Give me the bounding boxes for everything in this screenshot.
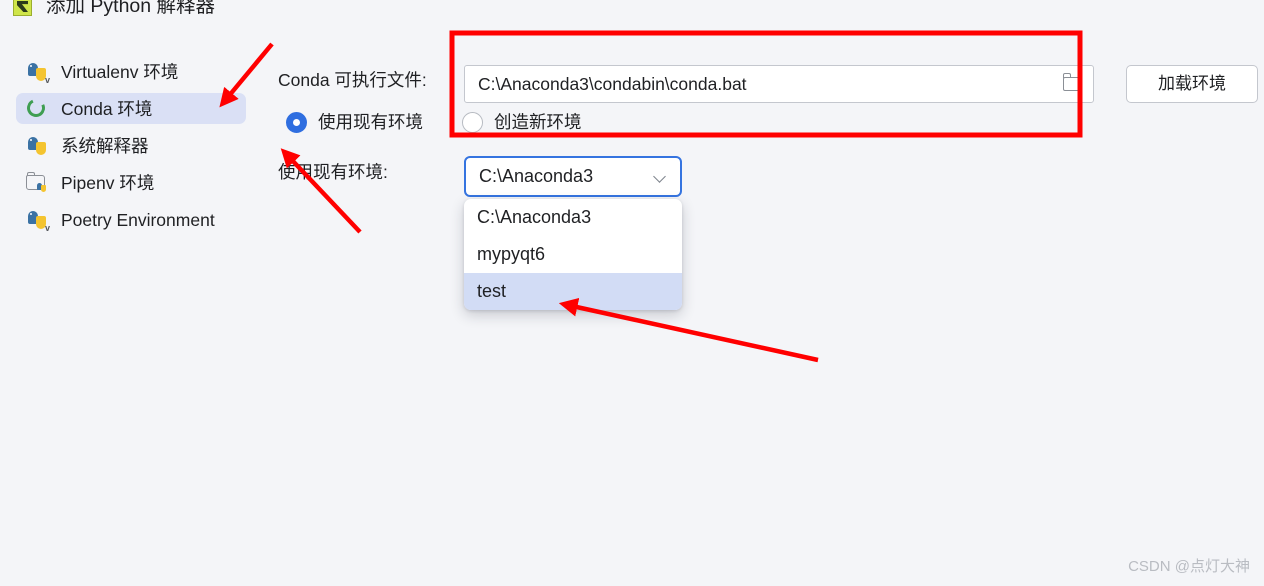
conda-executable-field[interactable]: [464, 65, 1094, 103]
python-virtualenv-icon: v: [26, 61, 50, 84]
conda-icon: [24, 95, 48, 120]
conda-settings-panel: Conda 可执行文件: 加载环境 使用现有环境 创造新环境 使用现有环境: C…: [278, 56, 1258, 310]
load-environment-button[interactable]: 加载环境: [1126, 65, 1258, 103]
sidebar-item-poetry[interactable]: v Poetry Environment: [16, 204, 246, 235]
sidebar-item-label: Poetry Environment: [61, 209, 215, 230]
sidebar-item-conda[interactable]: Conda 环境: [16, 93, 246, 124]
radio-indicator-selected[interactable]: [286, 112, 307, 133]
sidebar-item-label: Virtualenv 环境: [61, 61, 179, 82]
annotation-arrow-to-test-option: [558, 297, 819, 363]
sidebar-item-label: Pipenv 环境: [61, 172, 155, 193]
folder-icon[interactable]: [1063, 73, 1085, 94]
existing-environment-selected-value: C:\Anaconda3: [479, 166, 594, 186]
radio-label: 使用现有环境: [318, 112, 423, 132]
sidebar-item-system-interpreter[interactable]: 系统解释器: [16, 130, 246, 161]
radio-use-existing-environment[interactable]: 使用现有环境: [286, 112, 423, 133]
sidebar-item-pipenv[interactable]: Pipenv 环境: [16, 167, 246, 198]
existing-environment-select[interactable]: C:\Anaconda3: [464, 156, 682, 197]
pycharm-icon-glyph: [17, 1, 28, 12]
conda-executable-row: Conda 可执行文件: 加载环境: [278, 56, 1258, 106]
sidebar-item-virtualenv[interactable]: v Virtualenv 环境: [16, 56, 246, 87]
pycharm-icon: [13, 0, 32, 16]
dropdown-option-mypyqt6[interactable]: mypyqt6: [464, 236, 682, 273]
environment-mode-radio-group: 使用现有环境 创造新环境: [278, 106, 1238, 148]
conda-executable-input[interactable]: [478, 66, 1047, 102]
radio-indicator-unselected[interactable]: [462, 112, 483, 133]
python-icon: [26, 135, 48, 157]
window-header: 添加 Python 解释器: [0, 0, 1264, 26]
sidebar-item-label: Conda 环境: [61, 98, 153, 119]
existing-environment-label: 使用现有环境:: [278, 162, 388, 182]
sidebar-item-label: 系统解释器: [61, 135, 149, 156]
existing-environment-row: 使用现有环境: C:\Anaconda3 C:\Anaconda3 mypyqt…: [278, 148, 1238, 310]
chevron-down-icon[interactable]: [655, 172, 666, 179]
dropdown-option-anaconda3[interactable]: C:\Anaconda3: [464, 199, 682, 236]
poetry-icon: v: [26, 209, 50, 232]
radio-create-new-environment[interactable]: 创造新环境: [462, 112, 582, 133]
existing-environment-dropdown-list[interactable]: C:\Anaconda3 mypyqt6 test: [464, 199, 682, 310]
dropdown-option-test[interactable]: test: [464, 273, 682, 310]
radio-label: 创造新环境: [494, 112, 582, 132]
pipenv-folder-icon: [26, 171, 48, 194]
interpreter-type-sidebar: v Virtualenv 环境 Conda 环境 系统解释器 Pipenv 环境: [16, 56, 246, 241]
conda-executable-label: Conda 可执行文件:: [278, 70, 427, 90]
page-title: 添加 Python 解释器: [46, 0, 216, 17]
watermark: CSDN @点灯大神: [1128, 558, 1250, 575]
